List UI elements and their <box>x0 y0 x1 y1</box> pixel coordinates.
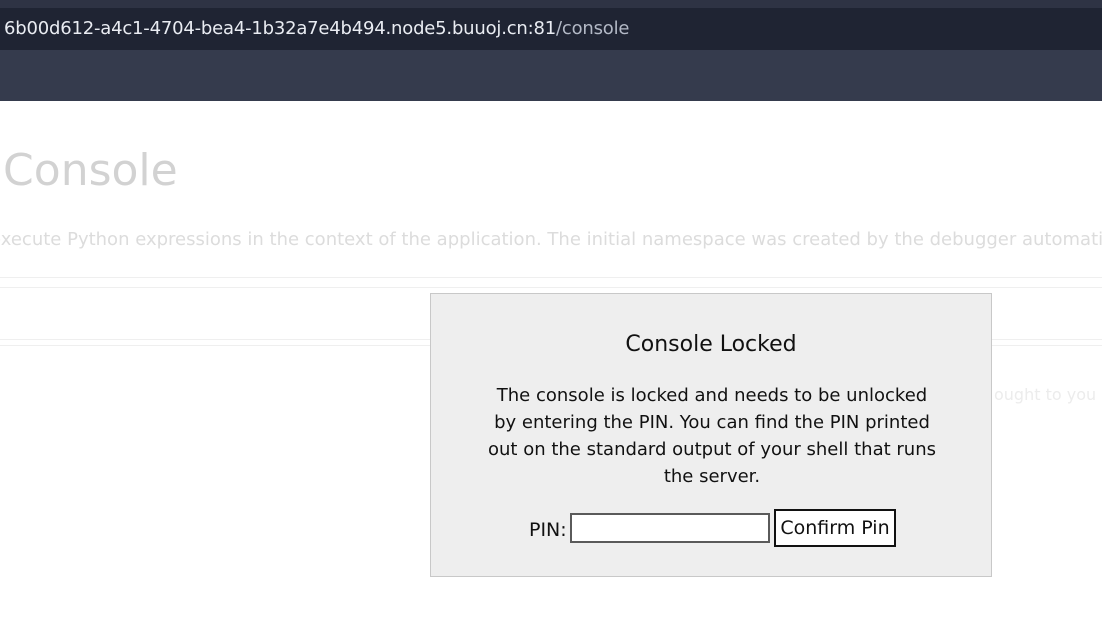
url-text[interactable]: 6b00d612-a4c1-4704-bea4-1b32a7e4b494.nod… <box>4 18 629 40</box>
page-title: e Console <box>0 145 178 196</box>
dialog-title: Console Locked <box>625 332 797 357</box>
pin-form: PIN: Confirm Pin <box>431 509 991 549</box>
url-path: /console <box>556 18 630 39</box>
console-locked-dialog: Console Locked The console is locked and… <box>430 293 992 577</box>
page-description: execute Python expressions in the contex… <box>0 229 1102 250</box>
browser-chrome: 6b00d612-a4c1-4704-bea4-1b32a7e4b494.nod… <box>0 0 1102 101</box>
dialog-message: The console is locked and needs to be un… <box>488 385 936 487</box>
url-host: 6b00d612-a4c1-4704-bea4-1b32a7e4b494.nod… <box>4 18 557 39</box>
address-bar[interactable]: 6b00d612-a4c1-4704-bea4-1b32a7e4b494.nod… <box>0 8 1102 50</box>
divider <box>0 287 1102 288</box>
divider <box>0 277 1102 278</box>
browser-tab-strip <box>0 0 1102 8</box>
confirm-pin-button[interactable]: Confirm Pin <box>774 509 896 547</box>
background-text-fragment: ought to you b <box>994 385 1102 404</box>
pin-label: PIN: <box>529 519 567 541</box>
pin-input[interactable] <box>570 513 770 543</box>
